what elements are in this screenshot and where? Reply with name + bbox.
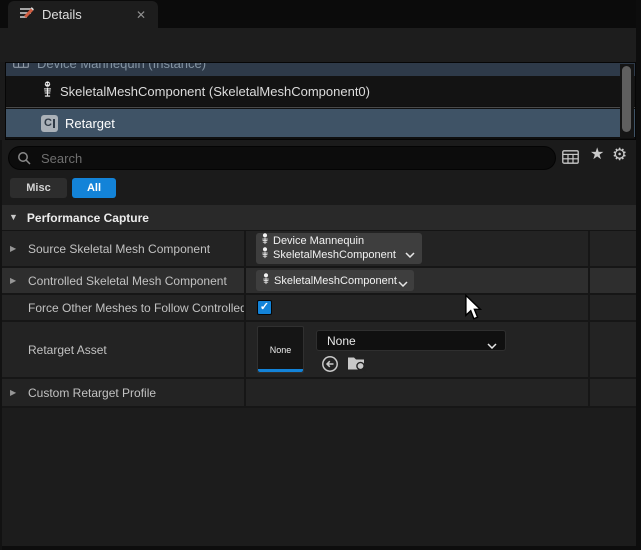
- property-label: Source Skeletal Mesh Component: [28, 242, 210, 256]
- tree-row-label: Retarget: [65, 116, 115, 131]
- row-source-skeletal-mesh: ▶ Source Skeletal Mesh Component: [0, 231, 636, 266]
- component-c-icon: C: [41, 115, 58, 132]
- expander-icon[interactable]: ▶: [10, 277, 16, 285]
- source-component-dropdown[interactable]: Device Mannequin Skeletal: [256, 233, 422, 264]
- browse-to-asset-button[interactable]: [347, 355, 367, 377]
- chevron-down-icon: [487, 338, 497, 352]
- panel-bottom-border: [0, 546, 641, 550]
- controlled-component-dropdown[interactable]: SkeletalMeshComponent: [256, 270, 414, 291]
- tree-row-label: Device Mannequin (Instance): [37, 62, 206, 71]
- actor-table-icon: [13, 62, 29, 71]
- row-retarget-asset: Retarget Asset None None: [0, 322, 636, 377]
- row-custom-retarget-profile: ▶ Custom Retarget Profile: [0, 379, 636, 406]
- panel-header: Device Mannequin + Add: [0, 28, 641, 62]
- tab-bar: Details ✕: [0, 0, 641, 28]
- details-pencil-icon: [18, 4, 34, 25]
- display-grid-icon[interactable]: [562, 150, 579, 169]
- search-icon: [17, 151, 31, 170]
- scrollbar-thumb[interactable]: [622, 66, 631, 132]
- expander-icon[interactable]: ▶: [10, 245, 16, 253]
- skeleton-icon: [41, 81, 54, 101]
- panel-left-border: [0, 140, 2, 550]
- tab-label: Details: [42, 7, 82, 22]
- chevron-down-icon: [405, 245, 415, 263]
- retarget-asset-dropdown[interactable]: None: [316, 330, 506, 351]
- row-force-other-meshes: Force Other Meshes to Follow Controlled.…: [0, 295, 636, 320]
- tree-row-retarget[interactable]: C Retarget: [6, 109, 635, 137]
- details-panel: Details ✕ Device Mannequin + Add: [0, 0, 641, 550]
- settings-gear-icon[interactable]: ⚙: [612, 146, 627, 163]
- skeleton-icon: [261, 273, 271, 289]
- component-tree: Device Mannequin (Instance) SkeletalMesh…: [5, 62, 636, 140]
- mouse-cursor: [464, 294, 482, 326]
- chevron-down-icon: [398, 278, 408, 290]
- tree-row-label: SkeletalMeshComponent (SkeletalMeshCompo…: [60, 84, 370, 99]
- force-follow-checkbox[interactable]: ✓: [257, 300, 272, 315]
- filter-misc-button[interactable]: Misc: [10, 178, 67, 198]
- tab-details[interactable]: Details ✕: [8, 1, 158, 28]
- check-icon: ✓: [260, 302, 269, 313]
- use-selected-asset-button[interactable]: [321, 355, 339, 378]
- tree-row-instance[interactable]: Device Mannequin (Instance): [6, 62, 635, 76]
- close-icon[interactable]: ✕: [136, 9, 146, 21]
- property-label: Custom Retarget Profile: [28, 386, 156, 400]
- property-label: Force Other Meshes to Follow Controlled.…: [28, 301, 244, 315]
- tree-divider: [6, 107, 635, 108]
- favorites-star-icon[interactable]: ★: [590, 147, 604, 163]
- property-label: Retarget Asset: [28, 343, 107, 357]
- section-performance-capture[interactable]: ▼ Performance Capture: [0, 205, 641, 231]
- property-label: Controlled Skeletal Mesh Component: [28, 274, 227, 288]
- skeleton-icon: [260, 247, 270, 263]
- expander-icon[interactable]: ▶: [10, 389, 16, 397]
- empty-area: [0, 408, 641, 550]
- row-controlled-skeletal-mesh: ▶ Controlled Skeletal Mesh Component: [0, 268, 636, 293]
- panel-right-border: [636, 0, 641, 550]
- filter-all-button[interactable]: All: [72, 178, 116, 198]
- asset-thumbnail[interactable]: None: [257, 326, 304, 373]
- tree-row-skeletalmesh[interactable]: SkeletalMeshComponent (SkeletalMeshCompo…: [6, 76, 635, 106]
- chevron-down-icon: ▼: [9, 213, 18, 222]
- search-input[interactable]: [8, 146, 556, 170]
- property-grid: ▶ Source Skeletal Mesh Component: [0, 231, 636, 408]
